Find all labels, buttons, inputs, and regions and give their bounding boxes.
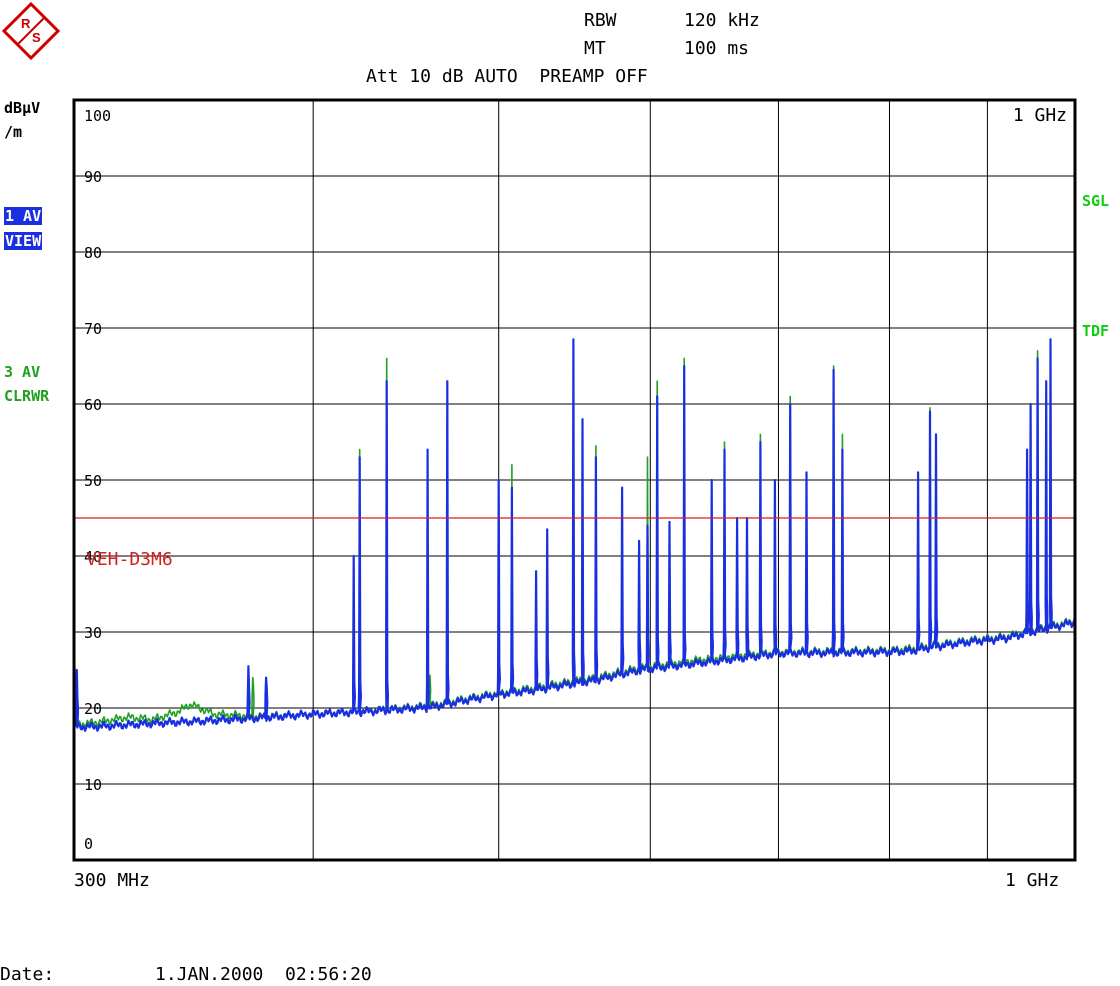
- series-line-1-av: [72, 338, 1076, 732]
- date-label: Date:: [0, 964, 55, 985]
- spectrum-plot: 0102030405060708090100 VEH-D3M6 1 GHz: [72, 98, 1077, 862]
- series-traces: [72, 338, 1076, 732]
- y-tick-label: 90: [84, 168, 102, 186]
- y-tick-label: 10: [84, 776, 102, 794]
- date-value: 1.JAN.2000 02:56:20: [155, 964, 372, 985]
- x-stop-label: 1 GHz: [1005, 870, 1060, 891]
- y-tick-label: 80: [84, 244, 102, 262]
- y-tick-label: 60: [84, 396, 102, 414]
- y-tick-label: 100: [84, 107, 111, 125]
- y-tick-label: 70: [84, 320, 102, 338]
- y-tick-label: 0: [84, 835, 93, 853]
- y-tick-label: 50: [84, 472, 102, 490]
- x-start-label: 300 MHz: [74, 870, 150, 891]
- y-tick-label: 20: [84, 700, 102, 718]
- top-right-freq-label: 1 GHz: [1013, 105, 1067, 126]
- y-tick-label: 30: [84, 624, 102, 642]
- limit-line-label: VEH-D3M6: [86, 549, 173, 570]
